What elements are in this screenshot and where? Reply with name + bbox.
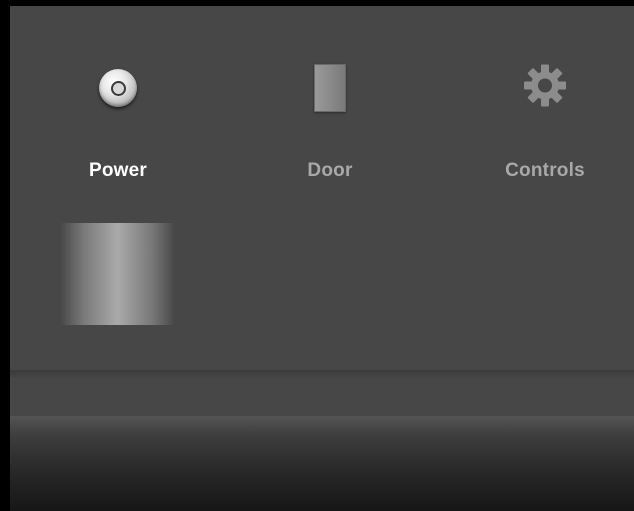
- divider: [10, 370, 634, 377]
- door-icon: [314, 64, 346, 112]
- tab-power-label: Power: [88, 160, 148, 181]
- tab-door-label: Door: [307, 160, 353, 181]
- tab-door[interactable]: Door: [235, 6, 425, 206]
- tab-power[interactable]: Power: [23, 6, 213, 206]
- tab-controls-label: Controls: [505, 160, 585, 181]
- gear-icon: [523, 64, 567, 113]
- selection-indicator: [60, 223, 175, 325]
- power-icon: [99, 69, 137, 107]
- preferences-panel: Power Door Controls: [10, 6, 634, 511]
- bottom-bar: [10, 416, 634, 511]
- tab-controls[interactable]: Controls: [450, 6, 634, 206]
